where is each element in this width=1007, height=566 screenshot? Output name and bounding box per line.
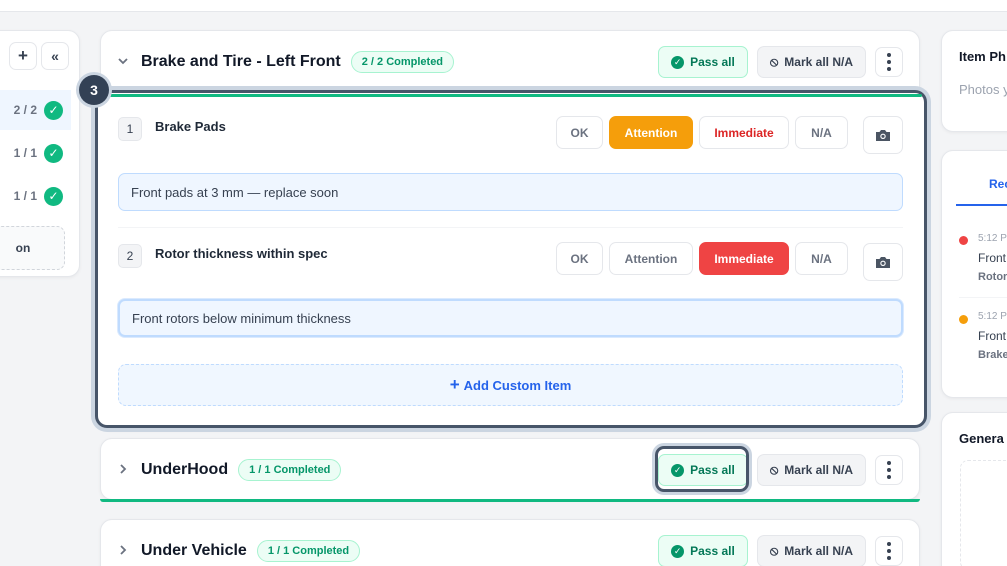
mark-all-na-label: Mark all N/A bbox=[784, 55, 853, 69]
section-progress-line bbox=[100, 499, 920, 502]
mark-all-na-button[interactable]: ⦸ Mark all N/A bbox=[756, 46, 866, 78]
rating-na-button[interactable]: N/A bbox=[795, 116, 848, 149]
pass-all-button[interactable]: ✓ Pass all bbox=[658, 535, 748, 566]
section-actions: ✓ Pass all ⦸ Mark all N/A bbox=[658, 46, 903, 78]
rating-group: OK Attention Immediate N/A bbox=[556, 242, 848, 275]
rating-immediate-button[interactable]: Immediate bbox=[699, 242, 789, 275]
section-underhood: UnderHood 1 / 1 Completed ✓ Pass all ⦸ M… bbox=[100, 438, 920, 500]
camera-icon[interactable] bbox=[863, 243, 903, 281]
pass-all-label: Pass all bbox=[690, 55, 735, 69]
item-number: 1 bbox=[118, 117, 142, 141]
status-dot bbox=[959, 236, 968, 245]
rating-immediate-button[interactable]: Immediate bbox=[699, 116, 789, 149]
nav-row[interactable]: 1 / 1 ✓ bbox=[0, 133, 71, 173]
nav-row-count: 1 / 1 bbox=[13, 146, 37, 160]
mark-all-na-label: Mark all N/A bbox=[784, 463, 853, 477]
step-badge: 3 bbox=[79, 75, 109, 105]
more-options-icon[interactable] bbox=[875, 536, 903, 566]
ban-icon: ⦸ bbox=[769, 462, 779, 477]
add-custom-item-button[interactable]: + Add Custom Item bbox=[118, 364, 903, 406]
status-dot bbox=[959, 315, 968, 324]
item-photos-panel: Item Ph Photos y bbox=[941, 30, 1007, 132]
activity-text: Front bbox=[978, 329, 1007, 343]
activity-time: 5:12 Pl bbox=[978, 233, 1007, 244]
general-dropzone[interactable] bbox=[960, 460, 1007, 566]
activity-divider bbox=[959, 297, 1007, 298]
mark-all-na-button[interactable]: ⦸ Mark all N/A bbox=[756, 454, 866, 486]
nav-add-section-button[interactable]: on bbox=[0, 226, 65, 270]
nav-row-count: 2 / 2 bbox=[13, 103, 37, 117]
check-circle-icon: ✓ bbox=[44, 143, 63, 163]
ban-icon: ⦸ bbox=[769, 54, 779, 69]
check-circle-icon: ✓ bbox=[671, 55, 685, 69]
item-divider bbox=[118, 227, 903, 228]
focus-ring bbox=[655, 446, 749, 492]
pass-all-button[interactable]: ✓ Pass all bbox=[658, 46, 748, 78]
item-number: 2 bbox=[118, 244, 142, 268]
activity-item: Brake bbox=[978, 349, 1007, 361]
section-title: UnderHood bbox=[141, 461, 229, 478]
completed-badge: 2 / 2 Completed bbox=[350, 51, 455, 73]
rating-ok-button[interactable]: OK bbox=[556, 116, 603, 149]
activity-item: Rotor bbox=[978, 271, 1007, 283]
completed-badge: 1 / 1 Completed bbox=[238, 459, 342, 481]
chevron-down-icon[interactable] bbox=[117, 55, 137, 70]
item-name: Brake Pads bbox=[155, 119, 226, 134]
section-under-vehicle: Under Vehicle 1 / 1 Completed ✓ Pass all… bbox=[100, 519, 920, 566]
more-options-icon[interactable] bbox=[875, 47, 903, 77]
section-title: Under Vehicle bbox=[141, 542, 247, 559]
rating-attention-button[interactable]: Attention bbox=[609, 116, 693, 149]
rating-group: OK Attention Immediate N/A bbox=[556, 116, 848, 149]
item-name: Rotor thickness within spec bbox=[155, 246, 328, 261]
more-options-icon[interactable] bbox=[875, 455, 903, 485]
check-circle-icon: ✓ bbox=[671, 544, 685, 558]
top-bar bbox=[0, 0, 1007, 12]
progress-line bbox=[100, 94, 922, 97]
activity-text: Front bbox=[978, 251, 1007, 265]
nav-row[interactable]: 2 / 2 ✓ bbox=[0, 90, 71, 130]
item-photos-subtitle: Photos y bbox=[959, 82, 1007, 97]
rating-attention-button[interactable]: Attention bbox=[609, 242, 693, 275]
check-circle-icon: ✓ bbox=[44, 186, 63, 206]
nav-add-label: on bbox=[15, 241, 31, 255]
nav-row[interactable]: 1 / 1 ✓ bbox=[0, 176, 71, 216]
pass-all-label: Pass all bbox=[690, 544, 735, 558]
mark-all-na-button[interactable]: ⦸ Mark all N/A bbox=[756, 535, 866, 566]
check-circle-icon: ✓ bbox=[44, 100, 63, 120]
activity-panel: Rec 5:12 Pl Front Rotor 5:12 Pl Front Br… bbox=[941, 150, 1007, 398]
section-actions: ✓ Pass all ⦸ Mark all N/A bbox=[658, 535, 903, 566]
section-nav-panel: + « 2 / 2 ✓ 1 / 1 ✓ 1 / 1 ✓ on bbox=[0, 30, 80, 277]
general-panel: Genera bbox=[941, 412, 1007, 566]
chevron-right-icon[interactable] bbox=[117, 544, 137, 559]
section-title: Brake and Tire - Left Front bbox=[141, 53, 341, 70]
item-note-field[interactable]: Front rotors below minimum thickness bbox=[118, 299, 903, 337]
camera-icon[interactable] bbox=[863, 116, 903, 154]
item-note-field[interactable]: Front pads at 3 mm — replace soon bbox=[118, 173, 903, 211]
double-chevron-left-icon[interactable]: « bbox=[41, 42, 69, 70]
tab-recent[interactable]: Rec bbox=[956, 170, 1007, 206]
plus-icon[interactable]: + bbox=[9, 42, 37, 70]
plus-icon: + bbox=[449, 375, 460, 394]
ban-icon: ⦸ bbox=[769, 543, 779, 558]
nav-row-count: 1 / 1 bbox=[13, 189, 37, 203]
activity-time: 5:12 Pl bbox=[978, 311, 1007, 322]
rating-ok-button[interactable]: OK bbox=[556, 242, 603, 275]
item-photos-title: Item Ph bbox=[959, 49, 1006, 64]
completed-badge: 1 / 1 Completed bbox=[256, 540, 361, 562]
general-title: Genera bbox=[959, 431, 1004, 446]
chevron-right-icon[interactable] bbox=[117, 463, 137, 478]
mark-all-na-label: Mark all N/A bbox=[784, 544, 853, 558]
add-custom-item-label: Add Custom Item bbox=[463, 377, 572, 393]
rating-na-button[interactable]: N/A bbox=[795, 242, 848, 275]
